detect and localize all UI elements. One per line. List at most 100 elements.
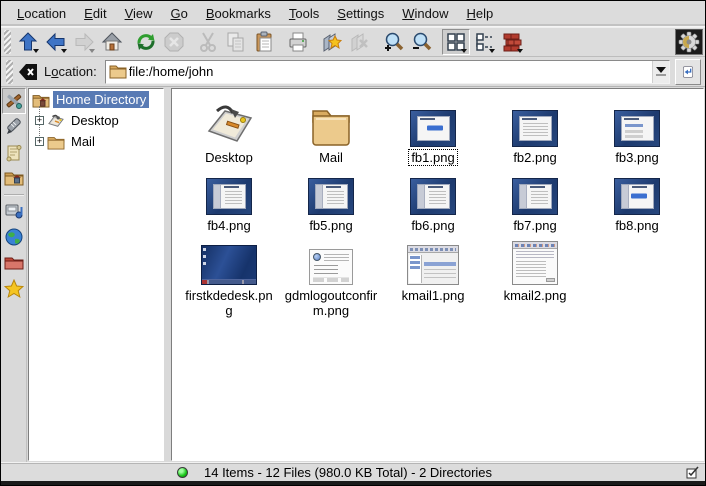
expand-icon[interactable]: + <box>35 137 44 146</box>
new-tab-button[interactable] <box>318 29 346 55</box>
network-globe-icon <box>4 227 24 247</box>
location-dropdown-button[interactable] <box>652 61 669 83</box>
expand-icon[interactable]: + <box>35 116 44 125</box>
chevron-down-icon <box>656 67 666 73</box>
icon-view-button[interactable] <box>442 29 470 55</box>
konqueror-throbber[interactable] <box>675 29 703 55</box>
copy-button[interactable] <box>222 29 250 55</box>
close-tab-button[interactable] <box>346 29 374 55</box>
tree-item-mail[interactable]: + Mail <box>35 131 163 152</box>
configure-icon <box>4 91 24 111</box>
menu-bar: Location Edit View Go Bookmarks Tools Se… <box>1 1 705 27</box>
zoom-in-button[interactable] <box>380 29 408 55</box>
tree-item-home-directory[interactable]: Home Directory <box>29 89 163 110</box>
go-enter-icon <box>682 63 694 81</box>
new-tab-icon <box>321 31 343 53</box>
image-thumbnail <box>201 237 257 285</box>
sidebar-network-button[interactable] <box>2 224 26 250</box>
menu-tools[interactable]: Tools <box>281 3 327 24</box>
clear-location-button[interactable] <box>16 59 40 85</box>
image-thumbnail <box>410 173 456 215</box>
image-thumbnail <box>614 173 660 215</box>
root-folder-icon <box>4 253 24 273</box>
devices-icon <box>4 201 24 221</box>
reload-icon <box>135 31 157 53</box>
tree-item-desktop[interactable]: + Desktop <box>35 110 163 131</box>
panel-splitter[interactable] <box>164 87 171 462</box>
toolbar-grip[interactable] <box>6 60 13 84</box>
cut-button[interactable] <box>194 29 222 55</box>
print-button[interactable] <box>284 29 312 55</box>
sidebar-tab-strip <box>1 87 27 462</box>
dropdown-arrow-icon <box>61 49 67 53</box>
file-item-desktop[interactable]: Desktop <box>178 97 280 173</box>
image-thumbnail <box>614 97 660 147</box>
file-item-fb2[interactable]: fb2.png <box>484 97 586 173</box>
menu-location[interactable]: Location <box>9 3 74 24</box>
status-bar: 14 Items - 12 Files (980.0 KB Total) - 2… <box>1 462 705 481</box>
menu-settings[interactable]: Settings <box>329 3 392 24</box>
window-frame-edge <box>1 481 705 485</box>
sidebar-metabar-button[interactable] <box>2 114 26 140</box>
file-icon-view[interactable]: Desktop Mail fb1.png <box>171 88 704 461</box>
menu-view[interactable]: View <box>117 3 161 24</box>
konqueror-gear-logo <box>678 31 700 53</box>
menu-bookmarks[interactable]: Bookmarks <box>198 3 279 24</box>
sidebar-root-button[interactable] <box>2 250 26 276</box>
file-item-fb5[interactable]: fb5.png <box>280 173 382 237</box>
file-item-kmail1[interactable]: kmail1.png <box>382 237 484 329</box>
location-toolbar: Location: <box>1 57 705 87</box>
dropdown-arrow-icon <box>517 49 523 53</box>
folder-tree-panel: Home Directory + Desktop + Mail <box>28 88 164 461</box>
file-item-fb4[interactable]: fb4.png <box>178 173 280 237</box>
sidebar-history-button[interactable] <box>2 140 26 166</box>
main-area: Home Directory + Desktop + Mail <box>1 87 705 462</box>
menu-window[interactable]: Window <box>394 3 456 24</box>
print-icon <box>287 31 309 53</box>
file-item-firstkdedesk[interactable]: firstkdedesk.png <box>178 237 280 329</box>
location-combobox[interactable] <box>105 60 670 84</box>
file-item-mail[interactable]: Mail <box>280 97 382 173</box>
image-thumbnail <box>512 97 558 147</box>
reload-button[interactable] <box>132 29 160 55</box>
file-item-fb3[interactable]: fb3.png <box>586 97 688 173</box>
menu-go[interactable]: Go <box>163 3 196 24</box>
file-item-fb8[interactable]: fb8.png <box>586 173 688 237</box>
up-button[interactable] <box>14 29 42 55</box>
stop-icon <box>163 31 185 53</box>
detailed-list-view-button[interactable] <box>498 29 526 55</box>
sidebar-configure-button[interactable] <box>2 88 26 114</box>
image-thumbnail <box>308 173 354 215</box>
active-view-indicator-icon[interactable] <box>686 466 699 479</box>
location-input[interactable] <box>127 64 652 79</box>
sidebar-home-button[interactable] <box>2 166 26 192</box>
cut-icon <box>197 31 219 53</box>
folder-icon <box>307 97 355 147</box>
forward-button[interactable] <box>70 29 98 55</box>
history-scroll-icon <box>4 143 24 163</box>
location-label: Location: <box>44 64 97 79</box>
paste-button[interactable] <box>250 29 278 55</box>
back-button[interactable] <box>42 29 70 55</box>
copy-icon <box>225 31 247 53</box>
home-folder-icon <box>32 92 50 108</box>
menu-help[interactable]: Help <box>459 3 502 24</box>
menu-edit[interactable]: Edit <box>76 3 114 24</box>
file-item-fb1[interactable]: fb1.png <box>382 97 484 173</box>
file-item-fb7[interactable]: fb7.png <box>484 173 586 237</box>
sidebar-bookmarks-button[interactable] <box>2 276 26 302</box>
stop-button[interactable] <box>160 29 188 55</box>
image-thumbnail <box>410 97 456 147</box>
toolbar-grip[interactable] <box>4 30 11 54</box>
folder-icon <box>47 134 65 150</box>
sidebar-devices-button[interactable] <box>2 198 26 224</box>
go-button[interactable] <box>675 59 701 85</box>
file-item-fb6[interactable]: fb6.png <box>382 173 484 237</box>
home-folder-icon <box>4 169 24 189</box>
zoom-out-button[interactable] <box>408 29 436 55</box>
home-button[interactable] <box>98 29 126 55</box>
dropdown-arrow-icon <box>461 49 467 53</box>
tree-view-button[interactable] <box>470 29 498 55</box>
file-item-gdmlogoutconfirm[interactable]: gdmlogoutconfirm.png <box>280 237 382 329</box>
file-item-kmail2[interactable]: kmail2.png <box>484 237 586 329</box>
